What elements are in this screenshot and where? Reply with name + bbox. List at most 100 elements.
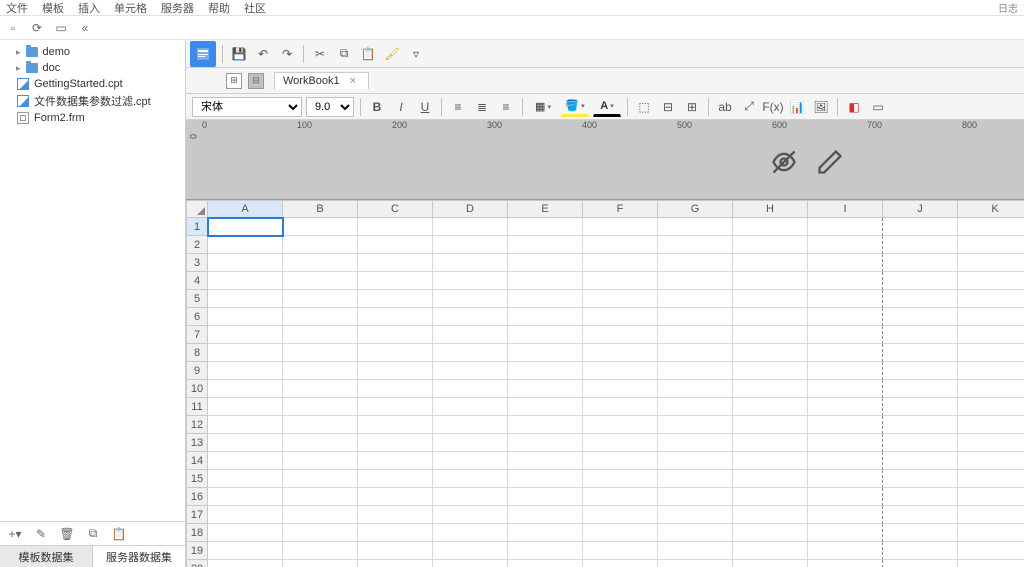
cell[interactable]: [583, 434, 658, 452]
cell[interactable]: [958, 272, 1024, 290]
cell[interactable]: [733, 488, 808, 506]
cell[interactable]: [883, 398, 958, 416]
spreadsheet[interactable]: ABCDEFGHIJK12345678910111213141516171819…: [186, 200, 1024, 567]
cell[interactable]: [658, 452, 733, 470]
cell[interactable]: [958, 434, 1024, 452]
refresh-icon[interactable]: ⟳: [28, 19, 46, 37]
cell[interactable]: [283, 506, 358, 524]
cell[interactable]: [883, 308, 958, 326]
cell[interactable]: [433, 542, 508, 560]
brush-icon[interactable]: 🖌: [382, 44, 402, 64]
collapse-icon[interactable]: «: [76, 19, 94, 37]
cell[interactable]: [358, 524, 433, 542]
cell[interactable]: [958, 326, 1024, 344]
tree-item-filter[interactable]: 文件数据集参数过滤.cpt: [2, 92, 183, 110]
align-right-icon[interactable]: ≡: [496, 97, 516, 117]
cell[interactable]: [358, 398, 433, 416]
cell[interactable]: [283, 560, 358, 567]
form-mode-icon[interactable]: ⊟: [248, 73, 264, 89]
select-all-corner[interactable]: [186, 200, 208, 218]
cell[interactable]: [883, 290, 958, 308]
cell[interactable]: [733, 326, 808, 344]
cell[interactable]: [658, 560, 733, 567]
cell[interactable]: [208, 344, 283, 362]
cell[interactable]: [433, 398, 508, 416]
cell[interactable]: [358, 290, 433, 308]
cell[interactable]: [583, 362, 658, 380]
save-icon[interactable]: 💾: [229, 44, 249, 64]
cut-icon[interactable]: ✂: [310, 44, 330, 64]
cell[interactable]: [508, 218, 583, 236]
cell[interactable]: [283, 380, 358, 398]
cell[interactable]: [433, 524, 508, 542]
cell[interactable]: [208, 488, 283, 506]
bold-button[interactable]: B: [367, 97, 387, 117]
cell[interactable]: [733, 380, 808, 398]
copy-icon[interactable]: ⧉: [334, 44, 354, 64]
merge2-icon[interactable]: ⊞: [682, 97, 702, 117]
cell[interactable]: [508, 326, 583, 344]
merge-icon[interactable]: ⬚: [634, 97, 654, 117]
cell[interactable]: [583, 326, 658, 344]
cell[interactable]: [433, 272, 508, 290]
paste-icon[interactable]: 📋: [358, 44, 378, 64]
cell[interactable]: [433, 488, 508, 506]
cell[interactable]: [283, 308, 358, 326]
cell[interactable]: [808, 560, 883, 567]
cell[interactable]: [658, 524, 733, 542]
cell[interactable]: [358, 218, 433, 236]
cell[interactable]: [808, 542, 883, 560]
cell[interactable]: [658, 254, 733, 272]
cell[interactable]: [733, 506, 808, 524]
cell[interactable]: [358, 308, 433, 326]
cell[interactable]: [808, 452, 883, 470]
row-header[interactable]: 20: [186, 560, 208, 567]
cell[interactable]: [508, 488, 583, 506]
column-header[interactable]: J: [883, 200, 958, 218]
cell[interactable]: [733, 542, 808, 560]
align-left-icon[interactable]: ≡: [448, 97, 468, 117]
column-header[interactable]: D: [433, 200, 508, 218]
cell[interactable]: [733, 218, 808, 236]
cell[interactable]: [508, 362, 583, 380]
cell[interactable]: [508, 290, 583, 308]
cell[interactable]: [583, 218, 658, 236]
tree-item-form2[interactable]: Form2.frm: [2, 110, 183, 126]
cell[interactable]: [358, 254, 433, 272]
cell[interactable]: [958, 236, 1024, 254]
cell[interactable]: [883, 560, 958, 567]
cell[interactable]: [208, 452, 283, 470]
font-select[interactable]: 宋体: [192, 97, 302, 117]
cell[interactable]: [883, 236, 958, 254]
cell[interactable]: [358, 434, 433, 452]
row-header[interactable]: 1: [186, 218, 208, 236]
cell[interactable]: [358, 344, 433, 362]
cell[interactable]: [883, 452, 958, 470]
cell[interactable]: [958, 488, 1024, 506]
cell[interactable]: [208, 380, 283, 398]
cell[interactable]: [433, 236, 508, 254]
chart-icon[interactable]: 📊: [787, 97, 807, 117]
cell[interactable]: [208, 416, 283, 434]
delete-icon[interactable]: 🗑: [58, 525, 76, 543]
cell[interactable]: [658, 362, 733, 380]
cell[interactable]: [883, 488, 958, 506]
cell[interactable]: [583, 398, 658, 416]
row-header[interactable]: 14: [186, 452, 208, 470]
menu-help[interactable]: 帮助: [208, 0, 230, 16]
cell[interactable]: [358, 326, 433, 344]
row-header[interactable]: 5: [186, 290, 208, 308]
tree-item-demo[interactable]: ▸ demo: [2, 44, 183, 60]
cell[interactable]: [433, 560, 508, 567]
fontcolor-dropdown[interactable]: A: [593, 97, 621, 117]
cell[interactable]: [583, 344, 658, 362]
eye-slash-icon[interactable]: [770, 148, 798, 176]
cell[interactable]: [508, 506, 583, 524]
cell[interactable]: [958, 560, 1024, 567]
cell[interactable]: [283, 218, 358, 236]
row-header[interactable]: 3: [186, 254, 208, 272]
cell[interactable]: [583, 542, 658, 560]
cell[interactable]: [508, 434, 583, 452]
cell[interactable]: [733, 344, 808, 362]
cell[interactable]: [283, 344, 358, 362]
